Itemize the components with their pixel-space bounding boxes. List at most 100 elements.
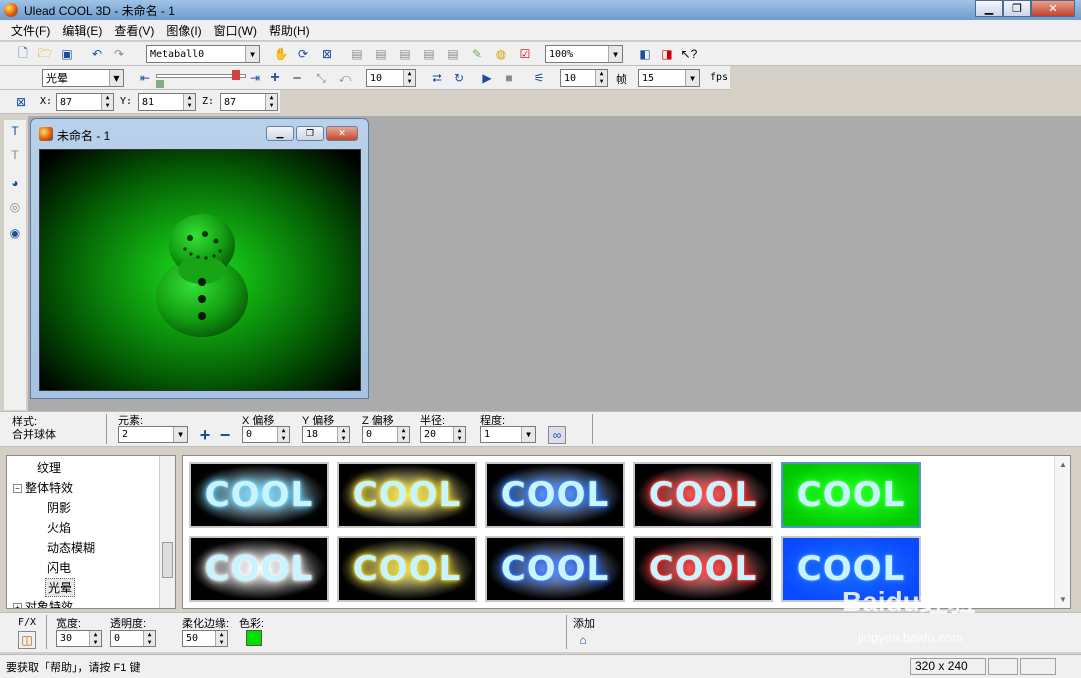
rotate-icon[interactable]: ⟳ — [294, 45, 312, 63]
width-spinner[interactable]: 30 ▲ ▼ — [56, 630, 102, 647]
tree-item-overall-effects[interactable]: − 整体特效 — [13, 479, 73, 496]
undo-icon[interactable]: ↶ — [88, 45, 106, 63]
open-folder-icon[interactable]: 🗁 — [36, 45, 54, 63]
tree-scrollbar[interactable] — [159, 456, 175, 608]
y-spinner[interactable]: 81 ▲ ▼ — [138, 93, 196, 111]
doc-minimize-button[interactable]: ▁ — [266, 126, 294, 141]
gallery-thumb[interactable]: COOL — [337, 462, 477, 528]
play-icon[interactable]: ▶ — [478, 69, 496, 87]
object-combo[interactable]: Metaball0 ▼ — [146, 45, 260, 63]
tree-item-fire[interactable]: 火焰 — [47, 519, 71, 536]
first-frame-icon[interactable]: ⇤ — [136, 69, 154, 87]
menu-image[interactable]: 图像(I) — [160, 22, 207, 39]
tree-item-glow[interactable]: 光晕 — [45, 578, 76, 597]
x-offset-spinner[interactable]: 0 ▲ ▼ — [242, 426, 290, 443]
soft-edge-spinner[interactable]: 50 ▲ ▼ — [182, 630, 228, 647]
gallery-thumb[interactable]: COOL — [781, 462, 921, 528]
effect-combo[interactable]: 光晕 ▼ — [42, 69, 124, 87]
add-element-icon[interactable]: + — [196, 425, 214, 445]
align2-icon[interactable]: ▤ — [372, 45, 390, 63]
doc-close-button[interactable]: ✕ — [326, 126, 358, 141]
color-swatch[interactable] — [246, 630, 262, 646]
save-icon[interactable]: ▣ — [58, 45, 76, 63]
maximize-button[interactable]: ❐ — [1003, 0, 1031, 17]
motion-icon[interactable]: ⚟ — [530, 69, 548, 87]
tree-item-shadow[interactable]: 阴影 — [47, 499, 71, 516]
element-combo[interactable]: 2 ▼ — [118, 426, 188, 443]
align3-icon[interactable]: ▤ — [396, 45, 414, 63]
fps-combo[interactable]: 15 ▼ — [638, 69, 700, 87]
doc-maximize-button[interactable]: ❐ — [296, 126, 324, 141]
tree-scroll-thumb[interactable] — [162, 542, 173, 578]
scroll-up-icon[interactable]: ▲ — [1059, 460, 1067, 469]
frame-count-spinner[interactable]: 10 ▲ ▼ — [560, 69, 608, 87]
zoom-combo[interactable]: 100% ▼ — [545, 45, 623, 63]
remove-frame-icon[interactable]: ━ — [288, 69, 306, 87]
z-label: Z: — [202, 96, 215, 107]
align4-icon[interactable]: ▤ — [420, 45, 438, 63]
y-offset-spinner[interactable]: 18 ▲ ▼ — [302, 426, 350, 443]
edit-text-icon[interactable]: T — [6, 146, 24, 164]
reverse-icon[interactable]: ⤺ — [336, 69, 354, 87]
timeline-thumb[interactable] — [156, 80, 164, 88]
pingpong-icon[interactable]: ↻ — [450, 69, 468, 87]
timeline-end-marker[interactable] — [232, 70, 240, 80]
gallery-thumb[interactable]: COOL — [337, 536, 477, 602]
size-icon[interactable]: ⊠ — [318, 45, 336, 63]
gallery-thumb[interactable]: COOL — [485, 536, 625, 602]
insert-text-icon[interactable]: T — [6, 122, 24, 140]
position-icon[interactable]: ⊠ — [12, 93, 30, 111]
minimize-button[interactable]: ▁ — [975, 0, 1003, 17]
split-icon[interactable]: ⤡ — [312, 69, 330, 87]
frame-spinner[interactable]: 10 ▲ ▼ — [366, 69, 416, 87]
scroll-down-icon[interactable]: ▼ — [1059, 595, 1067, 604]
gallery-thumb[interactable]: COOL — [189, 536, 329, 602]
tree-item-lightning[interactable]: 闪电 — [47, 559, 71, 576]
check-icon[interactable]: ☑ — [516, 45, 534, 63]
remove-element-icon[interactable]: − — [216, 425, 234, 445]
align-icon[interactable]: ▤ — [348, 45, 366, 63]
tool-a-icon[interactable]: ◧ — [636, 45, 654, 63]
gallery-thumb[interactable]: COOL — [633, 462, 773, 528]
radius-spinner[interactable]: 20 ▲ ▼ — [420, 426, 466, 443]
edit-shape-icon[interactable]: ◎ — [6, 198, 24, 216]
tool-b-icon[interactable]: ◨ — [658, 45, 676, 63]
z-spinner[interactable]: 87 ▲ ▼ — [220, 93, 278, 111]
paint-icon[interactable]: ✎ — [468, 45, 486, 63]
gallery-thumb[interactable]: COOL — [485, 462, 625, 528]
new-file-icon[interactable]: 🗋 — [14, 45, 32, 63]
x-spinner[interactable]: 87 ▲ ▼ — [56, 93, 114, 111]
render-canvas[interactable] — [39, 149, 361, 391]
add-frame-icon[interactable]: + — [266, 69, 284, 87]
insert-shape-icon[interactable]: ◕ — [6, 174, 24, 192]
insert-object-icon[interactable]: ◉ — [6, 224, 24, 242]
tree-item-object-effects[interactable]: + 对象特效 — [13, 598, 73, 608]
degree-combo[interactable]: 1 ▼ — [480, 426, 536, 443]
fps-label: fps — [710, 72, 729, 83]
close-button[interactable]: ✕ — [1031, 0, 1075, 17]
globe-icon[interactable]: ◍ — [492, 45, 510, 63]
menu-file[interactable]: 文件(F) — [5, 22, 56, 39]
menu-window[interactable]: 窗口(W) — [208, 22, 263, 39]
y-offset-value: 18 — [306, 429, 319, 440]
gallery-scrollbar[interactable]: ▲ ▼ — [1054, 456, 1070, 608]
z-offset-spinner[interactable]: 0 ▲ ▼ — [362, 426, 410, 443]
last-frame-icon[interactable]: ⇥ — [246, 69, 264, 87]
menu-help[interactable]: 帮助(H) — [263, 22, 316, 39]
menu-view[interactable]: 查看(V) — [108, 22, 160, 39]
align5-icon[interactable]: ▤ — [444, 45, 462, 63]
hand-icon[interactable]: ✋ — [272, 45, 290, 63]
link-icon[interactable]: ∞ — [548, 426, 566, 444]
gallery-thumb[interactable]: COOL — [633, 536, 773, 602]
gallery-thumb[interactable]: COOL — [189, 462, 329, 528]
stop-icon[interactable]: ■ — [500, 69, 518, 87]
help-pointer-icon[interactable]: ↖? — [680, 45, 698, 63]
loop-icon[interactable]: ⮂ — [428, 69, 446, 87]
opacity-spinner[interactable]: 0 ▲ ▼ — [110, 630, 156, 647]
tree-item-texture[interactable]: 纹理 — [37, 459, 61, 476]
add-to-gallery-icon[interactable]: ⌂ — [574, 631, 592, 649]
menu-edit[interactable]: 编辑(E) — [56, 22, 108, 39]
fx-icon[interactable]: ◫ — [18, 631, 36, 649]
tree-item-motion-blur[interactable]: 动态模糊 — [47, 539, 95, 556]
redo-icon[interactable]: ↷ — [110, 45, 128, 63]
